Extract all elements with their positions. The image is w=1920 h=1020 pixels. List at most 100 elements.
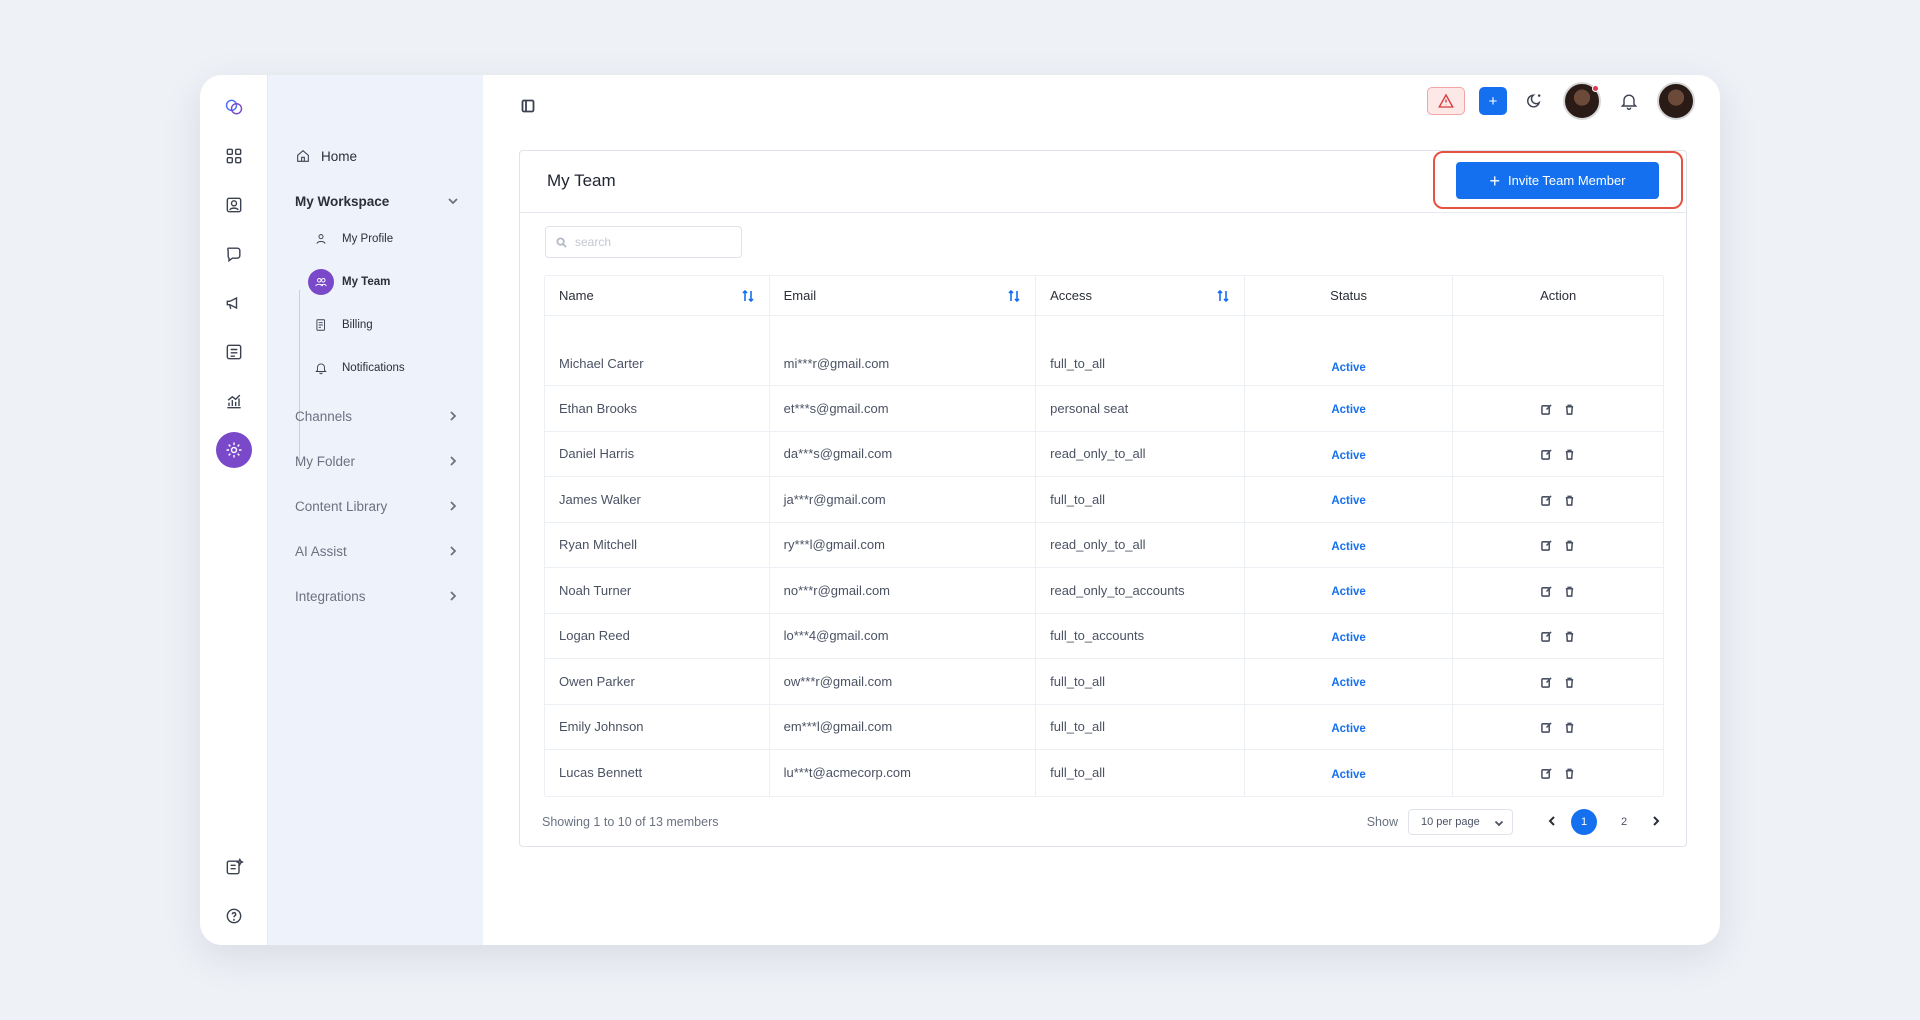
table-row[interactable]: Emily Johnson em***l@gmail.com full_to_all… [545, 704, 1663, 750]
edit-icon[interactable] [1541, 448, 1552, 463]
edit-icon[interactable] [1541, 767, 1552, 782]
cell-access: read_only_to_accounts [1036, 568, 1245, 613]
edit-icon[interactable] [1541, 721, 1552, 736]
trash-icon[interactable] [1564, 448, 1575, 463]
cell-status: Active [1245, 750, 1454, 796]
trash-icon[interactable] [1564, 767, 1575, 782]
billing-icon [308, 312, 334, 338]
cell-name: Daniel Harris [545, 431, 770, 476]
nav-integrations[interactable]: Integrations [295, 581, 459, 611]
table-row[interactable]: Michael Carter mi***r@gmail.com full_to_al… [545, 316, 1663, 386]
table-row[interactable]: Ryan Mitchell ry***l@gmail.com read_only_t… [545, 522, 1663, 568]
status-badge: Active [1331, 404, 1366, 417]
warning-icon [1438, 93, 1454, 108]
status-badge: Active [1331, 631, 1366, 644]
analytics-icon[interactable] [214, 381, 254, 421]
cell-email: da***s@gmail.com [770, 431, 1037, 476]
nav-ai-assist[interactable]: AI Assist [295, 536, 459, 566]
account-avatar[interactable] [1563, 82, 1601, 120]
trash-icon[interactable] [1564, 721, 1575, 736]
trash-icon[interactable] [1564, 403, 1575, 418]
quick-add-button[interactable]: + [1479, 87, 1507, 115]
chevron-right-icon [447, 500, 459, 512]
column-header-status: Status [1245, 276, 1454, 315]
megaphone-icon[interactable] [214, 283, 254, 323]
nav-content-library[interactable]: Content Library [295, 491, 459, 521]
page-1-button[interactable]: 1 [1571, 809, 1597, 835]
status-badge: Active [1331, 495, 1366, 508]
column-header-action: Action [1453, 276, 1663, 315]
edit-icon[interactable] [1541, 676, 1552, 691]
table-row[interactable]: Daniel Harris da***s@gmail.com read_only_t… [545, 431, 1663, 477]
nav-channels[interactable]: Channels [295, 401, 459, 431]
page-2-button[interactable]: 2 [1611, 809, 1637, 835]
cell-status: Active [1245, 316, 1454, 385]
edit-icon[interactable] [1541, 539, 1552, 554]
cell-name: Owen Parker [545, 659, 770, 704]
search-icon [556, 236, 567, 248]
sidebar-toggle-icon[interactable] [517, 95, 539, 117]
trash-icon[interactable] [1564, 494, 1575, 509]
user-avatar[interactable] [1657, 82, 1695, 120]
nav-my-workspace[interactable]: My Workspace [295, 186, 459, 216]
online-dot [1592, 85, 1599, 92]
column-header-name[interactable]: Name [545, 276, 770, 315]
chat-icon[interactable] [214, 234, 254, 274]
nav-home[interactable]: Home [295, 141, 459, 171]
trash-icon[interactable] [1564, 585, 1575, 600]
cell-access: full_to_accounts [1036, 613, 1245, 658]
sort-icon[interactable] [1007, 289, 1021, 303]
edit-icon[interactable] [1541, 403, 1552, 418]
table-row[interactable]: Owen Parker ow***r@gmail.com full_to_all Ac… [545, 659, 1663, 705]
content-icon[interactable] [214, 332, 254, 372]
dashboard-icon[interactable] [214, 136, 254, 176]
edit-icon[interactable] [1541, 630, 1552, 645]
per-page-value: 10 per page [1421, 816, 1480, 828]
sub-item-my-team[interactable]: My Team [308, 268, 390, 296]
warning-button[interactable] [1427, 87, 1465, 115]
home-icon [297, 149, 309, 162]
ai-notes-icon[interactable] [214, 847, 254, 887]
contacts-icon[interactable] [214, 185, 254, 225]
sub-item-my-profile[interactable]: My Profile [308, 225, 393, 253]
nav-section-label: Content Library [295, 498, 388, 514]
table-row[interactable]: Ethan Brooks et***s@gmail.com personal sea… [545, 386, 1663, 432]
help-icon[interactable] [214, 896, 254, 936]
table-row[interactable]: Noah Turner no***r@gmail.com read_only_to_… [545, 568, 1663, 614]
next-page-button[interactable] [1651, 813, 1661, 831]
per-page-select[interactable]: 10 per page [1408, 809, 1513, 835]
table-row[interactable]: Logan Reed lo***4@gmail.com full_to_accoun… [545, 613, 1663, 659]
column-header-email[interactable]: Email [770, 276, 1037, 315]
user-icon [308, 226, 334, 252]
theme-toggle-button[interactable] [1521, 87, 1549, 115]
column-header-label: Status [1330, 288, 1368, 303]
notifications-button[interactable] [1615, 87, 1643, 115]
trash-icon[interactable] [1564, 676, 1575, 691]
cell-name: Ryan Mitchell [545, 522, 770, 567]
column-header-access[interactable]: Access [1036, 276, 1245, 315]
edit-icon[interactable] [1541, 494, 1552, 509]
sub-item-billing[interactable]: Billing [308, 311, 373, 339]
table-row[interactable]: Lucas Bennett lu***t@acmecorp.com full_to_… [545, 750, 1663, 796]
cell-access: full_to_all [1036, 750, 1245, 796]
trash-icon[interactable] [1564, 539, 1575, 554]
invite-team-member-button[interactable]: + Invite Team Member [1456, 162, 1659, 199]
prev-page-button[interactable] [1547, 813, 1557, 831]
cell-email: et***s@gmail.com [770, 386, 1037, 431]
chevron-right-icon [447, 410, 459, 422]
cell-email: em***l@gmail.com [770, 704, 1037, 749]
trash-icon[interactable] [1564, 630, 1575, 645]
sort-icon[interactable] [741, 289, 755, 303]
sub-item-notifications[interactable]: Notifications [308, 354, 405, 382]
chevron-right-icon [447, 455, 459, 467]
table-row[interactable]: James Walker ja***r@gmail.com full_to_all A… [545, 477, 1663, 523]
logo-icon[interactable] [214, 87, 254, 127]
search-input[interactable] [575, 235, 735, 249]
chevron-down-icon [1494, 820, 1504, 827]
row-actions [1541, 630, 1575, 645]
edit-icon[interactable] [1541, 585, 1552, 600]
settings-icon[interactable] [216, 432, 252, 468]
sort-icon[interactable] [1216, 289, 1230, 303]
nav-my-folder[interactable]: My Folder [295, 446, 459, 476]
page-title: My Team [547, 171, 616, 190]
